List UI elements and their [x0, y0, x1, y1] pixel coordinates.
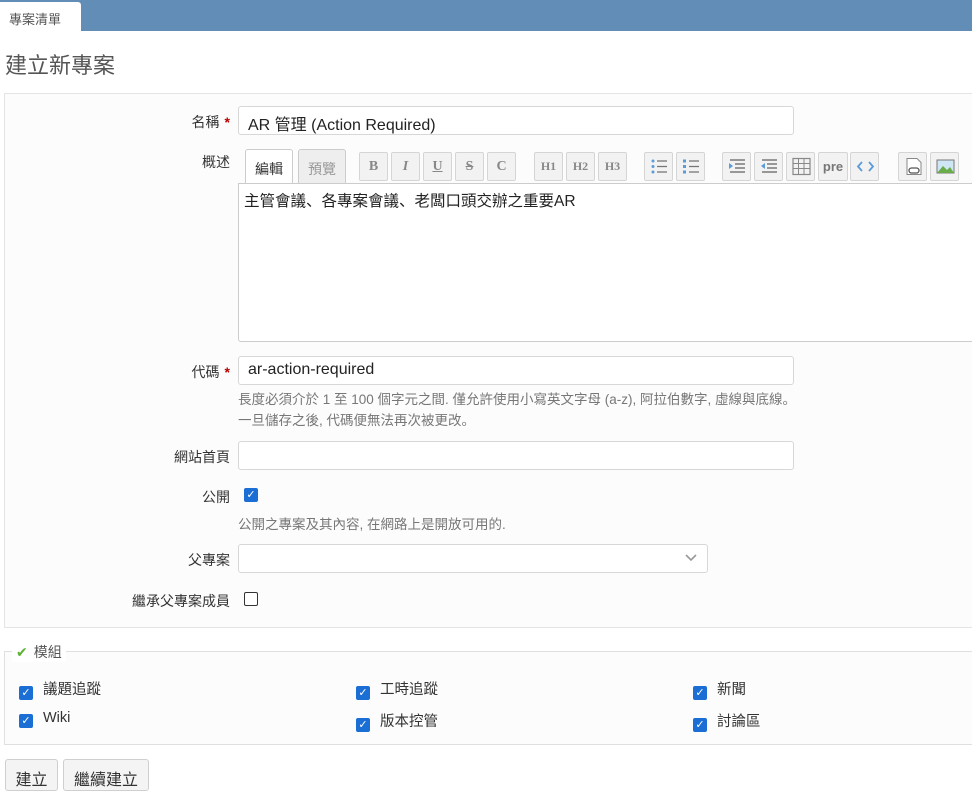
identifier-hint-1: 長度必須介於 1 至 100 個字元之間. 僅允許使用小寫英文字母 (a-z),…	[238, 392, 797, 407]
parent-label: 父專案	[188, 552, 230, 568]
module-forums[interactable]: ✓ 討論區	[693, 710, 761, 732]
module-repository[interactable]: ✓ 版本控管	[356, 710, 438, 732]
name-label: 名稱 *	[191, 114, 230, 130]
numbered-list-button[interactable]	[676, 152, 705, 181]
outdent-icon	[761, 159, 777, 173]
module-wiki[interactable]: ✓ Wiki	[19, 710, 70, 728]
indent-button[interactable]	[722, 152, 751, 181]
top-nav-bar: 專案清單	[0, 0, 972, 31]
inherit-members-checkbox[interactable]	[244, 592, 258, 606]
description-textarea[interactable]: 主管會議、各專案會議、老闆口頭交辦之重要AR	[238, 183, 972, 342]
outdent-button[interactable]	[754, 152, 783, 181]
identifier-hint-2: 一旦儲存之後, 代碼便無法再次被更改。	[238, 413, 476, 428]
public-checkbox[interactable]: ✓	[244, 488, 258, 502]
module-checkbox[interactable]: ✓	[356, 718, 370, 732]
create-button[interactable]: 建立	[5, 759, 58, 791]
tab-preview[interactable]: 預覽	[298, 149, 346, 183]
page-title: 建立新專案	[5, 53, 116, 78]
module-news[interactable]: ✓ 新聞	[693, 678, 746, 700]
numbered-list-icon	[683, 159, 699, 174]
bulleted-list-icon	[651, 159, 667, 174]
bold-button[interactable]: B	[359, 152, 388, 181]
table-button[interactable]	[786, 152, 815, 181]
h3-button[interactable]: H3	[598, 152, 627, 181]
module-checkbox[interactable]: ✓	[693, 686, 707, 700]
modules-legend[interactable]: ✔ 模組	[12, 642, 66, 662]
h2-button[interactable]: H2	[566, 152, 595, 181]
module-checkbox[interactable]: ✓	[19, 714, 33, 728]
homepage-label: 網站首頁	[174, 449, 230, 465]
code-inline-button[interactable]: C	[487, 152, 516, 181]
underline-button[interactable]: U	[423, 152, 452, 181]
chevron-down-icon	[685, 550, 697, 569]
module-checkbox[interactable]: ✓	[19, 686, 33, 700]
pre-button[interactable]: pre	[818, 152, 848, 181]
link-icon	[906, 158, 922, 175]
tab-edit[interactable]: 編輯	[245, 149, 293, 183]
h1-button[interactable]: H1	[534, 152, 563, 181]
create-and-continue-button[interactable]: 繼續建立	[63, 759, 149, 791]
public-hint: 公開之專案及其內容, 在網路上是開放可用的.	[238, 517, 506, 532]
parent-select[interactable]	[238, 544, 708, 573]
name-input[interactable]: AR 管理 (Action Required)	[238, 106, 794, 135]
tab-projects[interactable]: 專案清單	[0, 2, 81, 31]
module-checkbox[interactable]: ✓	[356, 686, 370, 700]
module-time-tracking[interactable]: ✓ 工時追蹤	[356, 678, 438, 700]
homepage-input[interactable]	[238, 441, 794, 470]
public-label: 公開	[202, 489, 230, 505]
check-icon: ✔	[16, 644, 28, 660]
bulleted-list-button[interactable]	[644, 152, 673, 181]
code-block-button[interactable]	[850, 152, 879, 181]
image-icon	[936, 159, 955, 174]
italic-button[interactable]: I	[391, 152, 420, 181]
description-label: 概述	[202, 154, 230, 170]
module-issue-tracking[interactable]: ✓ 議題追蹤	[19, 678, 101, 700]
identifier-label: 代碼 *	[191, 364, 230, 380]
inherit-members-label: 繼承父專案成員	[132, 593, 230, 609]
indent-icon	[729, 159, 745, 173]
table-icon	[792, 157, 811, 176]
strike-button[interactable]: S	[455, 152, 484, 181]
code-icon	[856, 161, 875, 172]
link-button[interactable]	[898, 152, 927, 181]
image-button[interactable]	[930, 152, 959, 181]
module-checkbox[interactable]: ✓	[693, 718, 707, 732]
modules-fieldset	[4, 651, 972, 745]
identifier-input[interactable]: ar-action-required	[238, 356, 794, 385]
